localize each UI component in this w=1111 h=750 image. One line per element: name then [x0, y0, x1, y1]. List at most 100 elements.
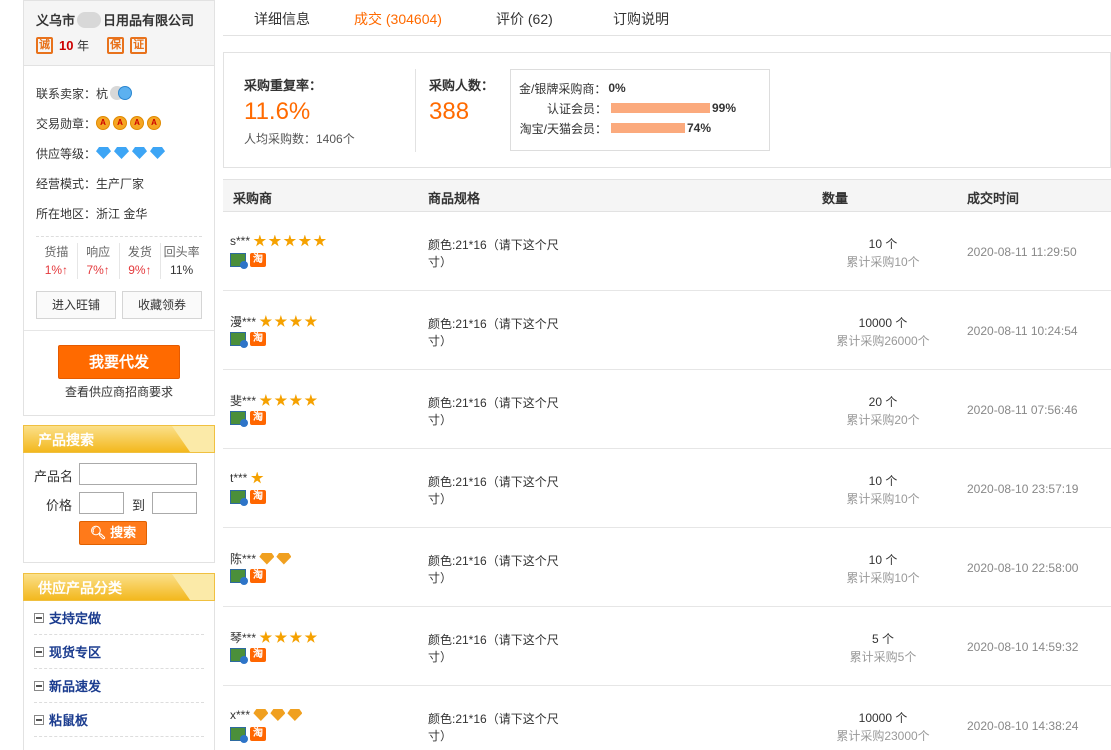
diamond-icon [132, 147, 148, 159]
star-icon [289, 394, 303, 406]
tab-details[interactable]: 详细信息 [254, 9, 310, 29]
verified-member-icon[interactable] [230, 569, 248, 585]
table-row: s*** 淘 颜色:21*16（请下这个尺寸） 10 个累计采购10个 2020-08… [223, 212, 1111, 291]
diamond-icon [270, 709, 286, 721]
verified-member-icon[interactable] [230, 411, 248, 427]
diamond-icon [287, 709, 303, 721]
category-item[interactable]: 新品速发 [34, 669, 204, 703]
table-row: 漫*** 淘 颜色:21*16（请下这个尺寸） 10000 个累计采购26000个 2… [223, 291, 1111, 370]
product-spec: 颜色:21*16（请下这个尺寸） [428, 475, 559, 506]
verified-member-icon[interactable] [230, 332, 248, 348]
collapse-icon [34, 646, 44, 657]
buyer-name[interactable]: x*** [230, 708, 304, 722]
quantity: 10 个累计采购10个 [846, 474, 920, 506]
product-spec: 颜色:21*16（请下这个尺寸） [428, 712, 559, 743]
cheng-icon[interactable]: 诚 [36, 37, 53, 54]
company-card: 义乌市 日用品有限公司 诚 10 年 保 证 [23, 0, 215, 66]
quantity: 20 个累计采购20个 [846, 395, 920, 427]
product-name-input[interactable] [79, 463, 197, 485]
category-item[interactable]: 支持定做 [34, 601, 204, 635]
star-icon [283, 234, 297, 247]
stat-desc: 货描 1%↑ [36, 243, 78, 279]
guarantee-icon[interactable]: 保 [107, 37, 125, 54]
dropship-requirements-link[interactable]: 查看供应商招商要求 [36, 383, 202, 400]
enter-shop-button[interactable]: 进入旺铺 [36, 291, 116, 319]
stat-shipping: 发货 9%↑ [120, 243, 162, 279]
taobao-icon[interactable]: 淘 [250, 490, 266, 504]
shop-stats: 货描 1%↑ 响应 7%↑ 发货 9%↑ 回头率 11% [36, 243, 202, 279]
stat-response: 响应 7%↑ [78, 243, 120, 279]
table-row: 琴*** 淘 颜色:21*16（请下这个尺寸） 5 个累计采购5个 2020-08-1… [223, 607, 1111, 686]
medal-icon[interactable]: A [147, 116, 162, 130]
taobao-icon[interactable]: 淘 [250, 411, 266, 425]
collapse-icon [34, 612, 44, 623]
wangwang-icon[interactable] [118, 86, 133, 100]
star-icon [253, 234, 267, 247]
medal-icon[interactable]: A [96, 116, 111, 130]
price-min-input[interactable] [79, 492, 124, 514]
star-icon [274, 631, 288, 643]
product-spec: 颜色:21*16（请下这个尺寸） [428, 633, 559, 664]
taobao-icon[interactable]: 淘 [250, 569, 266, 583]
diamond-icon [114, 147, 130, 159]
medal-row: 交易勋章： AAAA [36, 108, 202, 138]
collect-coupon-button[interactable]: 收藏领券 [122, 291, 202, 319]
product-category: 供应产品分类 支持定做 现货专区 新品速发 粘鼠板 [23, 573, 215, 750]
dropship-button[interactable]: 我要代发 [58, 345, 180, 379]
sidebar: 义乌市 日用品有限公司 诚 10 年 保 证 联系卖家：杭 交易勋章： AAAA [23, 0, 215, 750]
deal-time: 2020-08-10 14:59:32 [967, 640, 1079, 654]
transaction-table: 采购商 商品规格 数量 成交时间 s*** 淘颜色:21*16（请下这个尺寸） 1… [223, 179, 1111, 750]
verified-member-icon[interactable] [230, 490, 248, 506]
table-row: 斐*** 淘 颜色:21*16（请下这个尺寸） 20 个累计采购20个 2020-08… [223, 370, 1111, 449]
quantity: 10000 个累计采购26000个 [836, 316, 930, 348]
repeat-rate: 11.6% [244, 98, 311, 125]
stat-return-rate: 回头率 11% [163, 245, 200, 277]
tab-transactions[interactable]: 成交 (304604) [354, 9, 442, 29]
search-icon: 🔍︎ [89, 525, 107, 540]
product-spec: 颜色:21*16（请下这个尺寸） [428, 238, 559, 269]
product-spec: 颜色:21*16（请下这个尺寸） [428, 317, 559, 348]
member-breakdown: 金/银牌采购商： 0% 认证会员： 99% 淘宝/天猫会员： 74% [510, 69, 770, 151]
taobao-icon[interactable]: 淘 [250, 648, 266, 662]
price-max-input[interactable] [152, 492, 197, 514]
buyer-name[interactable]: 斐*** [230, 392, 319, 409]
seller-info: 联系卖家：杭 交易勋章： AAAA 供应等级： 经营模式： 生产厂家 所在地区：浙… [23, 66, 215, 416]
taobao-icon[interactable]: 淘 [250, 332, 266, 346]
star-icon [259, 315, 273, 327]
diamond-icon [259, 552, 275, 565]
certificate-icon[interactable]: 证 [130, 37, 148, 54]
quantity: 5 个累计采购5个 [849, 632, 917, 664]
taobao-icon[interactable]: 淘 [250, 727, 266, 741]
deal-time: 2020-08-11 11:29:50 [967, 245, 1077, 259]
star-icon [250, 471, 264, 484]
tab-order-notes[interactable]: 订购说明 [613, 9, 669, 29]
category-item[interactable]: 现货专区 [34, 635, 204, 669]
detail-tabs: 详细信息 成交 (304604) 评价 (62) 订购说明 [223, 0, 1111, 36]
table-row: 陈*** 淘 颜色:21*16（请下这个尺寸） 10 个累计采购10个 2020-08… [223, 528, 1111, 607]
category-item[interactable]: 粘鼠板 [34, 703, 204, 737]
star-icon [289, 315, 303, 327]
buyer-name[interactable]: 琴*** [230, 629, 319, 646]
search-button[interactable]: 🔍︎ 搜索 [79, 521, 147, 545]
member-bar [611, 123, 685, 133]
star-icon [304, 394, 318, 406]
verified-member-icon[interactable] [230, 648, 248, 664]
product-spec: 颜色:21*16（请下这个尺寸） [428, 396, 559, 427]
company-name[interactable]: 义乌市 日用品有限公司 [36, 10, 202, 29]
diamond-icon [96, 147, 112, 159]
tab-reviews[interactable]: 评价 (62) [496, 9, 553, 29]
medal-icon[interactable]: A [130, 116, 145, 130]
verified-member-icon[interactable] [230, 253, 248, 269]
star-icon [304, 315, 318, 327]
star-icon [289, 631, 303, 643]
collapse-icon [34, 680, 44, 691]
quantity: 10000 个累计采购23000个 [836, 711, 930, 743]
buyer-name[interactable]: t*** [230, 471, 266, 485]
medal-icon[interactable]: A [113, 116, 128, 130]
buyer-name[interactable]: 陈*** [230, 550, 293, 567]
quantity: 10 个累计采购10个 [846, 553, 920, 585]
buyer-name[interactable]: s*** [230, 234, 328, 248]
taobao-icon[interactable]: 淘 [250, 253, 266, 267]
buyer-name[interactable]: 漫*** [230, 313, 319, 330]
verified-member-icon[interactable] [230, 727, 248, 743]
